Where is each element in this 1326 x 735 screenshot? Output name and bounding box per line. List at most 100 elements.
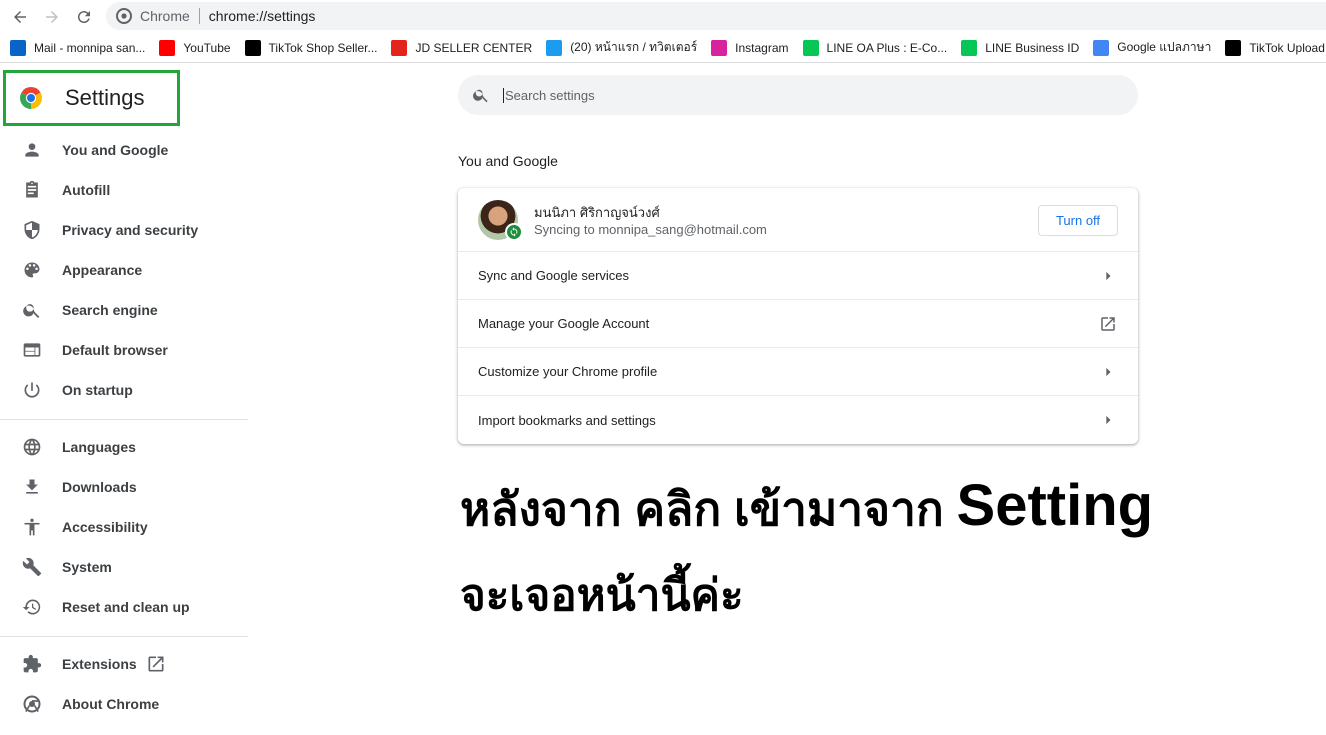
back-button[interactable]: [7, 4, 33, 30]
twitter-icon: [546, 39, 563, 56]
sync-icon: [505, 223, 523, 241]
sidebar-item-accessibility[interactable]: Accessibility: [0, 507, 248, 547]
chrome-icon: [116, 8, 132, 24]
bookmark-item[interactable]: LINE OA Plus : E-Co...: [802, 39, 947, 56]
turn-off-button[interactable]: Turn off: [1038, 205, 1118, 236]
bookmark-label: (20) หน้าแรก / ทวิตเตอร์: [570, 40, 698, 54]
settings-row[interactable]: Customize your Chrome profile: [458, 348, 1138, 396]
sidebar-item-about-chrome[interactable]: About Chrome: [0, 684, 248, 724]
settings-row[interactable]: Manage your Google Account: [458, 300, 1138, 348]
settings-row[interactable]: Sync and Google services: [458, 252, 1138, 300]
person-icon: [22, 140, 42, 160]
sidebar-item-label: Autofill: [62, 182, 111, 198]
sidebar-item-label: About Chrome: [62, 696, 160, 712]
outlook-icon: [10, 39, 26, 56]
settings-row-label: Customize your Chrome profile: [478, 364, 658, 379]
sidebar-item-extensions[interactable]: Extensions: [0, 644, 248, 684]
reload-button[interactable]: [71, 4, 97, 30]
chrome-icon: [22, 694, 42, 714]
bookmark-item[interactable]: Instagram: [711, 39, 789, 56]
bookmark-label: TikTok Upload: [1249, 40, 1325, 55]
sidebar-item-label: Reset and clean up: [62, 599, 190, 615]
bookmark-label: Instagram: [735, 40, 789, 55]
search-input[interactable]: [503, 87, 1063, 103]
sidebar-item-label: Languages: [62, 439, 136, 455]
caption-line-1: หลังจาก คลิก เข้ามาจาก Setting: [460, 472, 1153, 546]
bookmark-item[interactable]: TikTok Upload: [1225, 39, 1325, 56]
sidebar-item-label: Default browser: [62, 342, 168, 358]
palette-icon: [22, 260, 42, 280]
accessibility-icon: [22, 517, 42, 537]
forward-button[interactable]: [39, 4, 65, 30]
bookmark-item[interactable]: Mail - monnipa san...: [10, 39, 146, 56]
shield-icon: [22, 220, 42, 240]
bookmark-label: Mail - monnipa san...: [34, 40, 146, 55]
reload-icon: [77, 11, 90, 24]
sidebar-item-reset-and-clean-up[interactable]: Reset and clean up: [0, 587, 248, 627]
power-icon: [22, 380, 42, 400]
caption-setting-text: Setting: [956, 473, 1154, 538]
line-icon: [802, 39, 819, 56]
history-icon: [22, 597, 42, 617]
sidebar-item-languages[interactable]: Languages: [0, 427, 248, 467]
sidebar-item-you-and-google[interactable]: You and Google: [0, 130, 248, 170]
bookmark-item[interactable]: Google แปลภาษา: [1093, 38, 1211, 57]
sidebar-item-system[interactable]: System: [0, 547, 248, 587]
arrow-right-icon: [46, 11, 58, 23]
bookmark-item[interactable]: YouTube: [159, 39, 231, 56]
sidebar-item-label: Downloads: [62, 479, 137, 495]
instagram-icon: [711, 39, 728, 56]
settings-header: Settings: [3, 70, 180, 126]
caption-thai-text: หลังจาก คลิก เข้ามาจาก: [460, 483, 957, 535]
globe-icon: [22, 437, 42, 457]
sidebar-item-label: Extensions: [62, 656, 137, 672]
bookmark-label: Google แปลภาษา: [1117, 40, 1212, 54]
section-title: You and Google: [458, 153, 558, 169]
url-text[interactable]: chrome://settings: [209, 8, 316, 24]
site-name: Chrome: [140, 8, 190, 24]
bookmark-label: LINE Business ID: [985, 40, 1080, 55]
you-and-google-card: มนนิภา ศิริกาญจน์วงศ์ Syncing to monnipa…: [458, 188, 1138, 444]
settings-row[interactable]: Import bookmarks and settings: [458, 396, 1138, 444]
sidebar-item-search-engine[interactable]: Search engine: [0, 290, 248, 330]
profile-name: มนนิภา ศิริกาญจน์วงศ์: [534, 205, 660, 220]
sidebar-item-label: Accessibility: [62, 519, 148, 535]
sidebar-item-on-startup[interactable]: On startup: [0, 370, 248, 410]
sidebar-item-appearance[interactable]: Appearance: [0, 250, 248, 290]
sidebar-item-label: Appearance: [62, 262, 143, 278]
caption-line-2: จะเจอหน้านี้ค่ะ: [460, 571, 744, 620]
search-bar[interactable]: [458, 75, 1138, 115]
bookmark-item[interactable]: LINE Business ID: [961, 39, 1080, 56]
browser-icon: [22, 340, 42, 360]
jd-icon: [391, 39, 408, 56]
sidebar-item-autofill[interactable]: Autofill: [0, 170, 248, 210]
open-in-new-icon: [1098, 314, 1118, 334]
sidebar-item-default-browser[interactable]: Default browser: [0, 330, 248, 370]
settings-row-label: Sync and Google services: [478, 268, 630, 283]
google-translate-icon: [1093, 39, 1110, 56]
line-business-icon: [961, 39, 978, 56]
address-bar[interactable]: Chrome chrome://settings: [106, 2, 1326, 30]
arrow-right-icon: [1098, 410, 1118, 430]
sidebar-divider: [0, 636, 248, 637]
clipboard-icon: [22, 180, 42, 200]
search-icon: [472, 86, 490, 104]
bookmarks-bar: Mail - monnipa san... YouTube TikTok Shop …: [0, 33, 1326, 63]
sidebar-item-label: You and Google: [62, 142, 169, 158]
puzzle-icon: [22, 654, 42, 674]
sidebar-item-label: Privacy and security: [62, 222, 199, 238]
tiktok-icon: [1225, 39, 1242, 56]
browser-toolbar: Chrome chrome://settings: [0, 0, 1326, 33]
bookmark-item[interactable]: TikTok Shop Seller...: [244, 39, 378, 56]
sidebar-item-downloads[interactable]: Downloads: [0, 467, 248, 507]
bookmark-item[interactable]: JD SELLER CENTER: [391, 39, 532, 56]
arrow-right-icon: [1098, 266, 1118, 286]
sidebar-item-label: Search engine: [62, 302, 158, 318]
sidebar-item-privacy-and-security[interactable]: Privacy and security: [0, 210, 248, 250]
sync-status: Syncing to monnipa_sang@hotmail.com: [534, 222, 767, 237]
bookmark-label: TikTok Shop Seller...: [268, 40, 378, 55]
bookmark-item[interactable]: (20) หน้าแรก / ทวิตเตอร์: [546, 38, 697, 57]
arrow-right-icon: [1098, 362, 1118, 382]
chrome-logo-icon: [20, 87, 42, 109]
settings-row-label: Import bookmarks and settings: [478, 412, 656, 428]
